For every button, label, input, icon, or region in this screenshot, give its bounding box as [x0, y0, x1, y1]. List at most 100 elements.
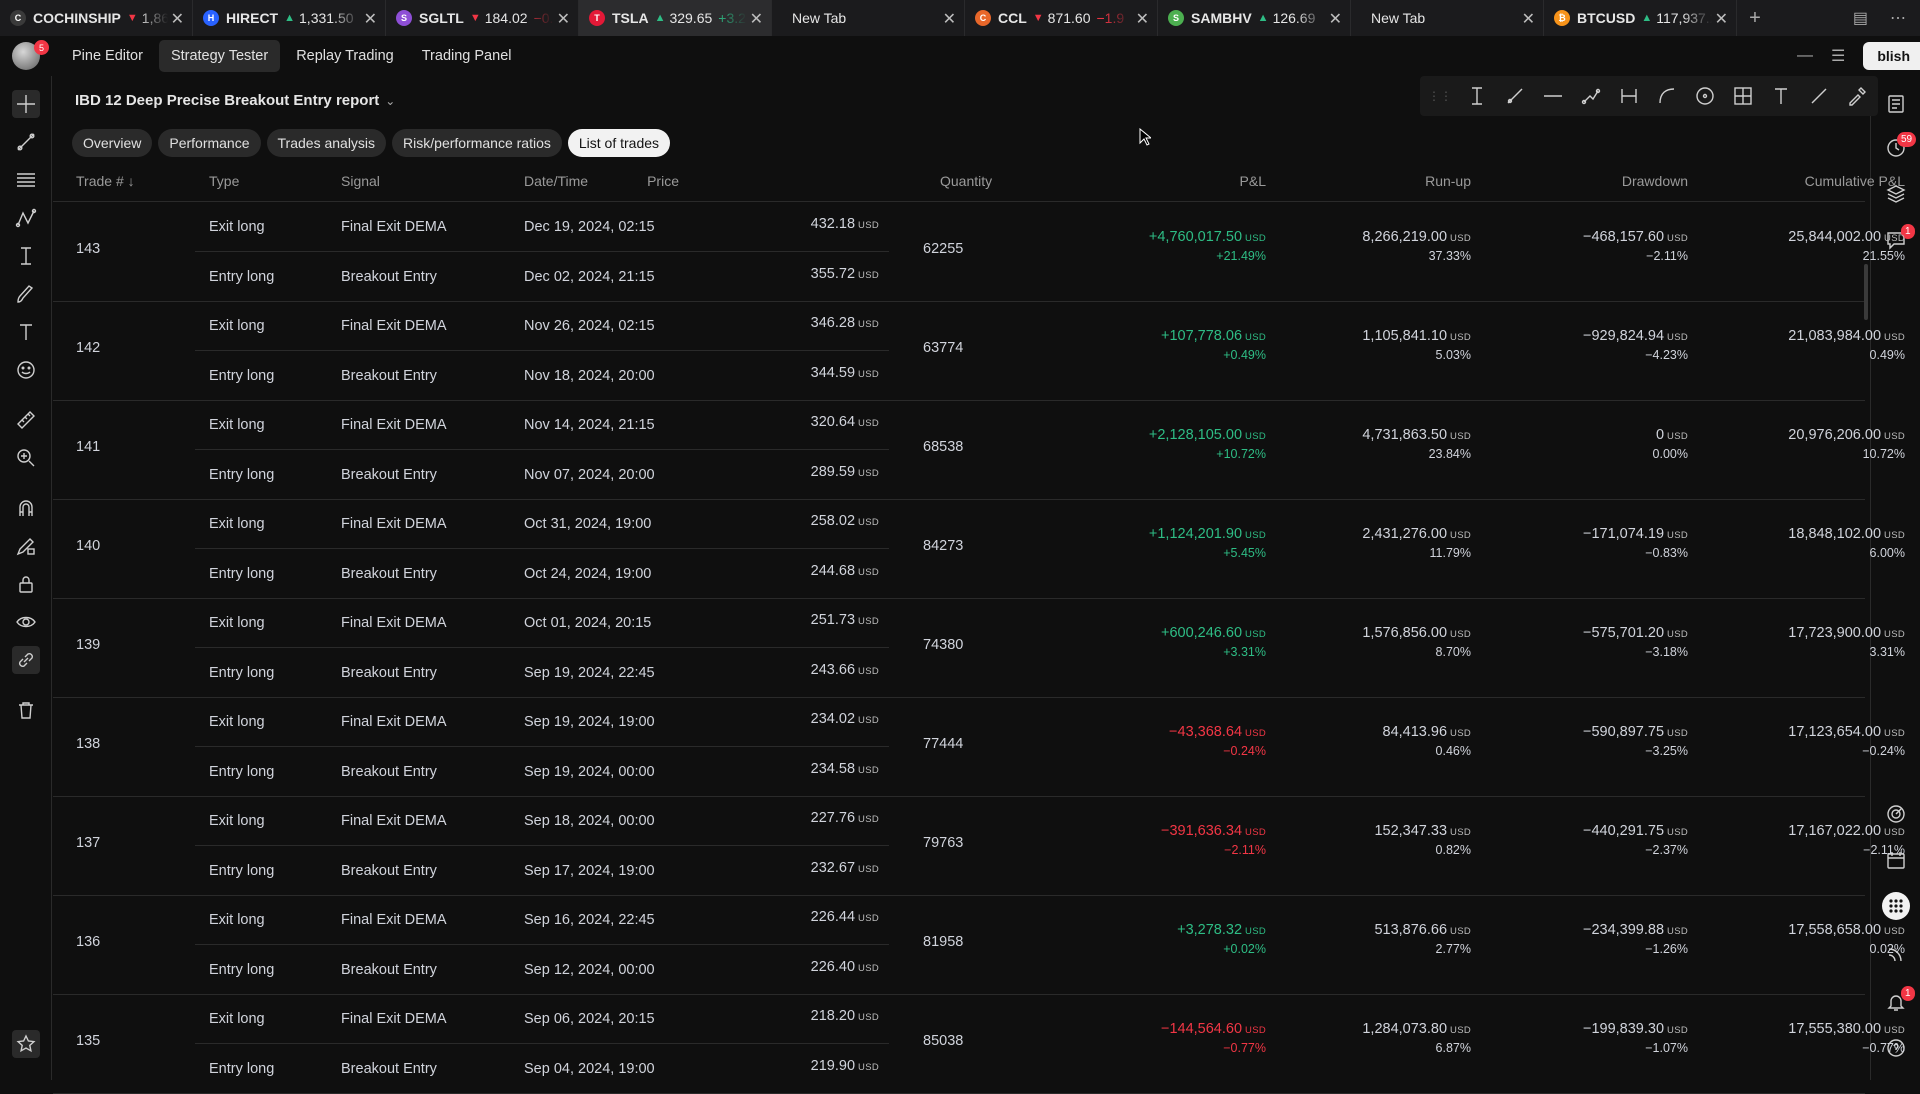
browser-tab[interactable]: New Tab ✕ [1351, 0, 1544, 36]
browser-tab[interactable]: H HIRECT ▲ 1,331.50 ✕ [193, 0, 386, 36]
trade-price-value: 320.64 [810, 414, 856, 430]
trade-runup: 84,413.96 USD 0.46% [1383, 724, 1471, 758]
eye-icon[interactable] [12, 608, 40, 636]
trade-leg-entry: Entry long Breakout Entry Nov 07, 2024, 20… [195, 451, 889, 500]
close-tab-icon[interactable]: ✕ [746, 9, 763, 29]
report-title[interactable]: IBD 12 Deep Precise Breakout Entry repor… [75, 92, 395, 109]
table-row[interactable]: 140 Exit long Final Exit DEMA Oct 31, 2024,… [53, 500, 1905, 599]
grid-icon[interactable] [1730, 83, 1756, 109]
publish-button[interactable]: blish [1863, 42, 1920, 70]
browser-tab[interactable]: ₿BTCUSD▲117,937.2✕ [1544, 0, 1737, 36]
new-tab-button[interactable]: + [1737, 0, 1773, 36]
subtab-trades-analysis[interactable]: Trades analysis [266, 129, 387, 157]
eyedropper-icon[interactable] [1844, 83, 1870, 109]
brush-icon[interactable] [12, 280, 40, 308]
path-icon[interactable] [1578, 83, 1604, 109]
table-row[interactable]: 139 Exit long Final Exit DEMA Oct 01, 2024,… [53, 599, 1905, 698]
vertical-line-icon[interactable] [1464, 83, 1490, 109]
trade-leg-exit: Exit long Final Exit DEMA Nov 26, 2024, 02… [195, 302, 889, 351]
table-row[interactable]: 137 Exit long Final Exit DEMA Sep 18, 2024,… [53, 797, 1905, 896]
table-row[interactable]: 142 Exit long Final Exit DEMA Nov 26, 2024,… [53, 302, 1905, 401]
ruler-icon[interactable] [12, 406, 40, 434]
close-tab-icon[interactable]: ✕ [360, 9, 377, 29]
magnet-icon[interactable] [12, 494, 40, 522]
date-range-icon[interactable] [1616, 83, 1642, 109]
line-icon[interactable] [1806, 83, 1832, 109]
forecast-icon[interactable] [12, 242, 40, 270]
browser-tab[interactable]: CCCL▼871.60−1.9✕ [965, 0, 1158, 36]
left-drawing-toolbar [0, 76, 52, 1080]
currency-label: USD [858, 1012, 879, 1023]
close-tab-icon[interactable]: ✕ [167, 9, 184, 29]
minimize-panel-icon[interactable]: — [1797, 47, 1813, 65]
browser-tab[interactable]: SSGLTL▼184.02−0.✕ [386, 0, 579, 36]
trade-type: Entry long [209, 368, 275, 384]
maximize-panel-icon[interactable]: ☰ [1831, 46, 1845, 66]
close-tab-icon[interactable]: ✕ [1325, 9, 1342, 29]
notifications-badge: 1 [1901, 986, 1915, 1001]
more-options-icon[interactable]: ⋯ [1890, 8, 1906, 28]
currency-label: USD [1884, 431, 1905, 442]
trade-drawdown-value: 0 [1655, 427, 1665, 443]
header-quantity: Quantity [940, 173, 993, 189]
trade-runup: 513,876.66 USD 2.77% [1374, 922, 1471, 956]
tab-trading-panel[interactable]: Trading Panel [410, 40, 524, 72]
table-row[interactable]: 136 Exit long Final Exit DEMA Sep 16, 2024,… [53, 896, 1905, 995]
drag-handle-icon[interactable]: ⋮⋮ [1428, 89, 1452, 103]
trade-runup-value: 8,266,219.00 [1362, 229, 1448, 245]
crosshair-icon[interactable] [12, 90, 40, 118]
trade-leg-exit: Exit long Final Exit DEMA Sep 18, 2024, 00… [195, 797, 889, 846]
table-scrollbar[interactable] [1864, 264, 1868, 320]
trade-type: Exit long [209, 912, 265, 928]
browser-tab[interactable]: CCOCHINSHIP▼1,867✕ [0, 0, 193, 36]
header-trade-number[interactable]: Trade # ↓ [76, 173, 135, 189]
close-tab-icon[interactable]: ✕ [1711, 9, 1728, 29]
browser-tab[interactable]: TTSLA▲329.65+3.2✕ [579, 0, 772, 36]
browser-tab[interactable]: New Tab ✕ [772, 0, 965, 36]
table-row[interactable]: 138 Exit long Final Exit DEMA Sep 19, 2024,… [53, 698, 1905, 797]
text-tool-icon[interactable] [12, 318, 40, 346]
circle-icon[interactable] [1692, 83, 1718, 109]
trade-price-value: 232.67 [810, 860, 856, 876]
tab-pine-editor[interactable]: Pine Editor [60, 40, 155, 72]
trade-cumulative-pnl: 25,844,002.00 USD 21.55% [1788, 229, 1905, 263]
trash-icon[interactable] [12, 696, 40, 724]
apps-grid-icon[interactable] [1882, 892, 1910, 920]
subtab-risk-performance-ratios[interactable]: Risk/performance ratios [392, 129, 562, 157]
close-tab-icon[interactable]: ✕ [1132, 9, 1149, 29]
trade-drawdown: −468,157.60 USD −2.11% [1583, 229, 1688, 263]
tab-strategy-tester[interactable]: Strategy Tester [158, 40, 281, 72]
browser-tab[interactable]: S SAMBHV ▲ 126.69 ✕ [1158, 0, 1351, 36]
trade-leg-entry: Entry long Breakout Entry Sep 19, 2024, 00… [195, 748, 889, 797]
close-tab-icon[interactable]: ✕ [939, 9, 956, 29]
sidebar-toggle-icon[interactable]: ▤ [1853, 8, 1868, 28]
emoji-icon[interactable] [12, 356, 40, 384]
curve-icon[interactable] [1654, 83, 1680, 109]
horizontal-line-icon[interactable] [1540, 83, 1566, 109]
table-row[interactable]: 143 Exit long Final Exit DEMA Dec 19, 2024,… [53, 203, 1905, 302]
trade-signal: Final Exit DEMA [341, 1011, 447, 1027]
fib-retracement-icon[interactable] [12, 166, 40, 194]
ray-icon[interactable] [1502, 83, 1528, 109]
avatar-notification-badge: 5 [34, 40, 49, 55]
subtab-performance[interactable]: Performance [158, 129, 261, 157]
table-row[interactable]: 135 Exit long Final Exit DEMA Sep 06, 2024,… [53, 995, 1905, 1094]
subtab-list-of-trades[interactable]: List of trades [567, 129, 671, 157]
zoom-in-icon[interactable] [12, 444, 40, 472]
trend-line-icon[interactable] [12, 128, 40, 156]
lock-icon[interactable] [12, 570, 40, 598]
favorites-star-icon[interactable] [12, 1030, 40, 1058]
watchlist-icon[interactable] [1882, 90, 1910, 118]
tab-replay-trading[interactable]: Replay Trading [284, 40, 406, 72]
table-row[interactable]: 141 Exit long Final Exit DEMA Nov 14, 2024,… [53, 401, 1905, 500]
currency-label: USD [1667, 629, 1688, 640]
subtab-overview[interactable]: Overview [72, 129, 153, 157]
trade-price: 234.02 USD [811, 711, 879, 727]
trade-price: 346.28 USD [811, 315, 879, 331]
pencil-lock-icon[interactable] [12, 532, 40, 560]
link-icon[interactable] [12, 646, 40, 674]
close-tab-icon[interactable]: ✕ [1518, 9, 1535, 29]
pattern-icon[interactable] [12, 204, 40, 232]
text-icon[interactable] [1768, 83, 1794, 109]
close-tab-icon[interactable]: ✕ [553, 9, 570, 29]
